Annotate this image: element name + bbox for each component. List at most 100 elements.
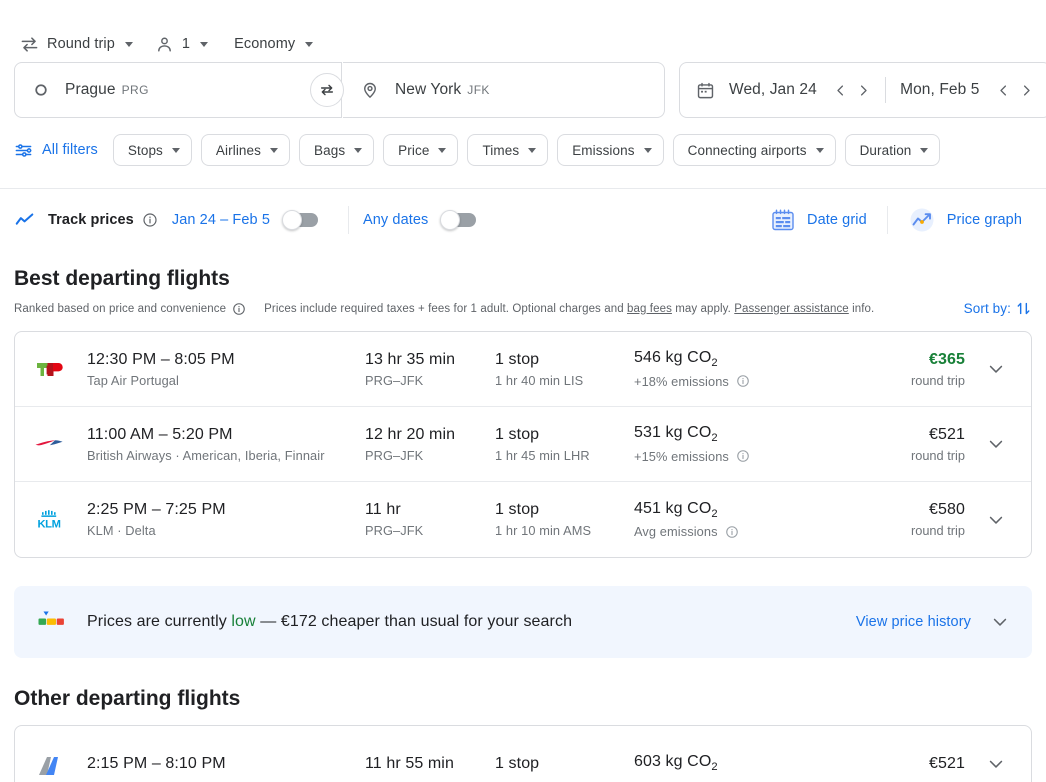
flight-row[interactable]: 11:00 AM – 5:20 PM British Airways · Ame… [15,407,1031,482]
track-date-range-label[interactable]: Jan 24 – Feb 5 [172,212,270,228]
passenger-assistance-link[interactable]: Passenger assistance [734,303,849,315]
flight-stops-column: 1 stop 1 hr 10 min AMS [495,501,634,538]
all-filters-label: All filters [42,142,98,158]
filter-chip-price[interactable]: Price [383,134,459,166]
flight-price-note: round trip [910,372,965,388]
filter-chip-bags[interactable]: Bags [299,134,375,166]
trip-type-label: Round trip [47,36,115,52]
date-range-field[interactable]: Wed, Jan 24 Mon, Feb 5 [679,62,1046,118]
flight-times-column: 11:00 AM – 5:20 PM British Airways · Ame… [75,426,365,463]
destination-field[interactable]: New York JFK [343,62,665,118]
flight-route: PRG–JFK [365,523,424,538]
chevron-down-icon [815,147,824,153]
expand-flight-button[interactable] [969,510,1023,530]
flight-row[interactable]: 2:15 PM – 8:10 PM 11 hr 55 min 1 stop 60… [15,726,1031,782]
price-graph-button[interactable]: Price graph [898,200,1032,240]
map-pin-icon [361,81,379,99]
chevron-down-icon [986,359,1006,379]
divider [886,206,888,234]
swap-origin-destination-button[interactable] [310,73,344,107]
flight-layover: 1 hr 45 min LHR [495,447,590,463]
person-icon [155,35,174,54]
flight-duration: 11 hr [365,501,401,518]
filter-chip-duration[interactable]: Duration [844,134,941,166]
origin-field[interactable]: Prague PRG [14,62,342,118]
flight-emissions: 531 kg CO2 [634,424,851,444]
view-price-history-link[interactable]: View price history [856,614,971,630]
departure-next-day-button[interactable] [854,77,873,103]
date-grid-button[interactable]: Date grid [760,201,877,239]
chevron-down-icon[interactable] [990,612,1010,632]
price-insight-prefix: Prices are currently [87,613,232,630]
bag-fees-link[interactable]: bag fees [627,303,672,315]
flight-row[interactable]: 12:30 PM – 8:05 PM Tap Air Portugal 13 h… [15,332,1031,407]
filter-chip-emissions[interactable]: Emissions [557,134,664,166]
other-flights-list: 2:15 PM – 8:10 PM 11 hr 55 min 1 stop 60… [14,725,1032,782]
price-insight-banner: Prices are currently low — €172 cheaper … [14,586,1032,658]
circle-origin-icon [33,82,49,98]
price-insight-suffix: — €172 cheaper than usual for your searc… [255,613,573,630]
flight-stops: 1 stop [495,425,540,443]
all-filters-button[interactable]: All filters [14,141,104,160]
filter-chip-stops[interactable]: Stops [112,134,192,166]
flight-row[interactable]: KLM 2:25 PM – 7:25 PM KLM · Delta 11 hr … [15,482,1031,557]
info-icon[interactable] [736,374,750,388]
origin-code: PRG [121,83,149,97]
calendar-icon [696,81,715,100]
track-prices-label: Track prices [48,212,134,228]
flight-route: PRG–JFK [365,447,424,463]
toggle-knob [281,210,302,230]
info-icon[interactable] [142,212,158,228]
passengers-selector[interactable]: 1 [149,27,224,61]
trip-options-bar: Round trip 1 Economy [0,0,1046,62]
filter-chip-times[interactable]: Times [467,134,549,166]
filter-chip-airlines[interactable]: Airlines [200,134,290,166]
emissions-value: 546 kg CO [634,349,712,367]
prices-note-part3: info. [848,302,875,315]
departure-prev-day-button[interactable] [831,77,850,103]
generic-airline-logo [33,751,75,777]
flight-duration: 11 hr 55 min [365,754,454,772]
chevron-down-icon [354,147,363,153]
expand-flight-button[interactable] [969,434,1023,454]
emissions-value: 451 kg CO [634,499,712,517]
flight-price: €365 [929,350,965,368]
filter-chip-label: Airlines [215,142,261,158]
price-insight-text: Prices are currently low — €172 cheaper … [87,613,572,631]
flight-emissions-column: 451 kg CO2 Avg emissions [634,500,851,539]
filter-chip-connecting-airports[interactable]: Connecting airports [672,134,836,166]
track-date-range-toggle[interactable] [281,210,318,230]
chevron-down-icon [200,41,209,47]
info-icon[interactable] [736,449,750,463]
flight-duration: 13 hr 35 min [365,350,456,368]
flight-price-column: €580 round trip [851,501,969,538]
date-divider [885,77,887,103]
flight-emissions-note-row: Avg emissions [634,524,851,539]
info-icon[interactable] [725,525,739,539]
return-date-value: Mon, Feb 5 [900,81,980,98]
any-dates-label[interactable]: Any dates [363,212,428,228]
toggle-knob [440,210,461,230]
price-graph-label: Price graph [946,212,1022,228]
flight-duration: 12 hr 20 min [365,425,456,443]
filter-chip-label: Duration [859,142,912,158]
return-prev-day-button[interactable] [993,77,1012,103]
expand-flight-button[interactable] [969,754,1023,774]
emissions-subscript: 2 [711,432,718,445]
trip-type-selector[interactable]: Round trip [14,27,149,61]
expand-flight-button[interactable] [969,359,1023,379]
chevron-down-icon [986,434,1006,454]
flight-stops-column: 1 stop [495,755,634,773]
return-next-day-button[interactable] [1017,77,1036,103]
swap-arrows-icon [319,82,335,98]
chevron-down-icon [305,41,314,47]
cabin-class-selector[interactable]: Economy [224,27,329,61]
british-airways-logo [33,432,75,456]
price-level-highlight: low [231,613,256,630]
flight-times-column: 2:25 PM – 7:25 PM KLM · Delta [75,501,365,538]
any-dates-toggle[interactable] [440,210,477,230]
sort-by-button[interactable]: Sort by: [964,300,1032,317]
info-icon[interactable] [232,302,246,316]
flight-layover: 1 hr 10 min AMS [495,523,592,538]
passengers-count: 1 [181,36,191,52]
